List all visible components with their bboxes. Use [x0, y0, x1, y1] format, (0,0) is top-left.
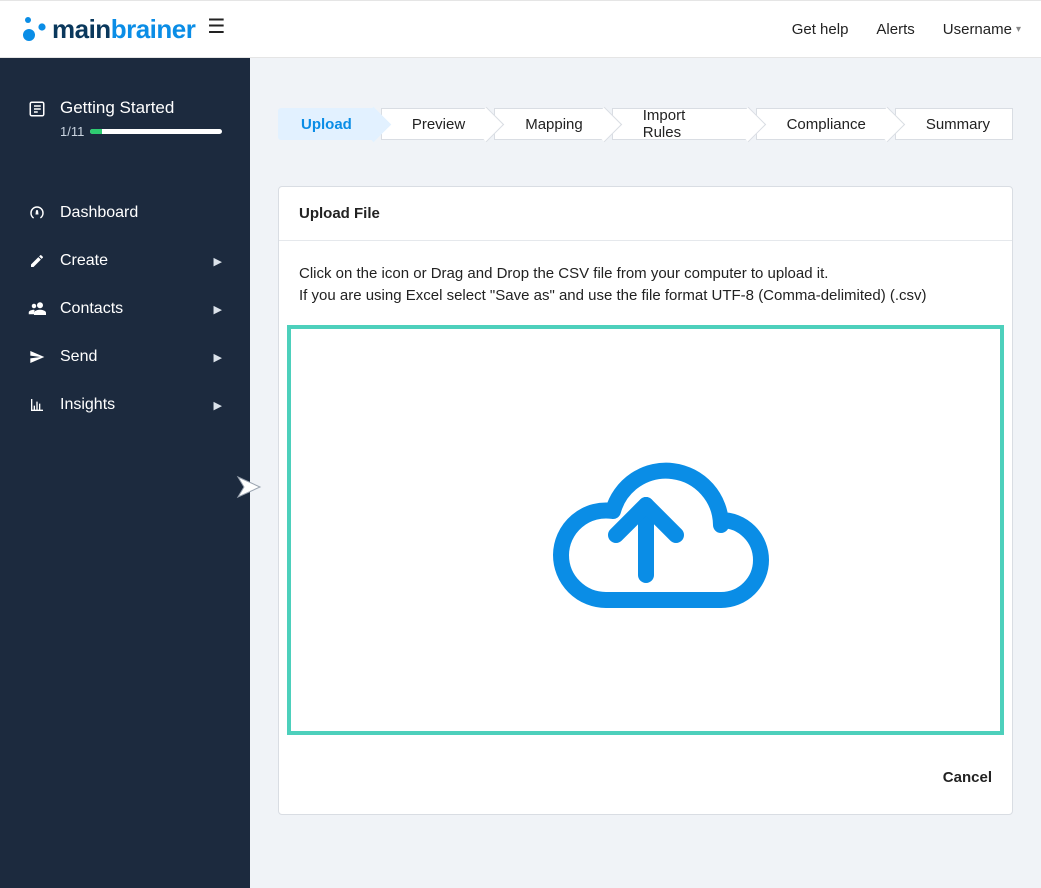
step-summary[interactable]: Summary — [895, 108, 1013, 140]
getting-started-count: 1/11 — [60, 124, 84, 139]
cancel-button[interactable]: Cancel — [943, 769, 992, 786]
chevron-right-icon: ▶ — [214, 399, 222, 412]
sidebar-item-insights[interactable]: Insights ▶ — [0, 381, 250, 429]
chevron-right-icon: ▶ — [214, 351, 222, 364]
sidebar-getting-started[interactable]: Getting Started 1/11 — [0, 88, 250, 159]
sidebar-item-contacts[interactable]: Contacts ▶ — [0, 285, 250, 333]
step-mapping[interactable]: Mapping — [494, 108, 606, 140]
chevron-right-icon: ▶ — [214, 303, 222, 316]
file-dropzone[interactable] — [287, 325, 1004, 735]
menu-toggle-icon[interactable]: ☰ — [207, 17, 225, 37]
logo-dots-icon — [20, 14, 50, 44]
upload-instructions: Click on the icon or Drag and Drop the C… — [299, 263, 992, 307]
sidebar-item-dashboard[interactable]: Dashboard — [0, 189, 250, 237]
logo-text: mainbrainer — [52, 14, 195, 45]
step-preview[interactable]: Preview — [381, 108, 488, 140]
sidebar-item-send[interactable]: Send ▶ — [0, 333, 250, 381]
checklist-icon — [28, 100, 46, 123]
alerts-link[interactable]: Alerts — [876, 21, 914, 38]
gauge-icon — [28, 204, 46, 222]
step-upload[interactable]: Upload — [278, 108, 375, 140]
user-menu[interactable]: Username ▾ — [943, 21, 1021, 38]
card-title: Upload File — [279, 187, 1012, 241]
step-import-rules[interactable]: Import Rules — [612, 108, 750, 140]
sidebar-item-label: Create — [60, 252, 108, 270]
caret-down-icon: ▾ — [1016, 24, 1021, 35]
sidebar-item-label: Contacts — [60, 300, 123, 318]
sidebar-item-label: Insights — [60, 396, 115, 414]
bar-chart-icon — [28, 397, 46, 413]
sidebar-item-label: Send — [60, 348, 97, 366]
sidebar-collapse-arrow-icon[interactable] — [234, 473, 270, 506]
getting-started-progress — [90, 129, 222, 134]
cloud-upload-icon — [521, 435, 771, 625]
step-compliance[interactable]: Compliance — [756, 108, 889, 140]
get-help-link[interactable]: Get help — [792, 21, 849, 38]
username-label: Username — [943, 21, 1012, 38]
wizard-stepper: Upload Preview Mapping Import Rules Comp… — [278, 108, 1013, 140]
logo[interactable]: mainbrainer — [20, 14, 195, 45]
sidebar-item-create[interactable]: Create ▶ — [0, 237, 250, 285]
getting-started-label: Getting Started — [60, 98, 222, 118]
upload-card: Upload File Click on the icon or Drag an… — [278, 186, 1013, 815]
pencil-icon — [28, 253, 46, 269]
users-icon — [28, 300, 46, 318]
chevron-right-icon: ▶ — [214, 255, 222, 268]
sidebar-item-label: Dashboard — [60, 204, 138, 222]
paper-plane-icon — [28, 349, 46, 365]
